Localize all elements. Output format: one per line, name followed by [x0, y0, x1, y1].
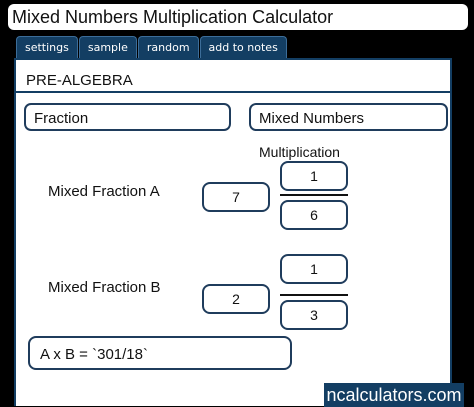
tab-sample[interactable]: sample [78, 36, 137, 59]
tab-add-to-notes[interactable]: add to notes [199, 36, 287, 59]
breadcrumb-mixed-numbers[interactable]: Mixed Numbers [249, 103, 448, 131]
fraction-b-bar [280, 294, 348, 296]
breadcrumb-multiplication[interactable]: Multiplication [259, 144, 340, 160]
divider [16, 91, 450, 93]
tab-bar: settings sample random add to notes [16, 36, 288, 59]
fraction-b-denominator-input[interactable] [280, 300, 348, 330]
result-output: A x B = `301/18` [28, 336, 292, 370]
fraction-b-numerator-input[interactable] [280, 254, 348, 284]
breadcrumb-fraction[interactable]: Fraction [24, 103, 231, 131]
topic-heading: PRE-ALGEBRA [26, 72, 133, 89]
tab-settings[interactable]: settings [16, 36, 78, 59]
brand-logo[interactable]: ncalculators.com [324, 383, 464, 407]
fraction-b-whole-input[interactable] [202, 284, 270, 314]
fraction-b-label: Mixed Fraction B [48, 279, 161, 296]
fraction-a-bar [280, 194, 348, 196]
app-title: Mixed Numbers Multiplication Calculator [12, 7, 334, 27]
fraction-a-denominator-input[interactable] [280, 200, 348, 230]
fraction-a-label: Mixed Fraction A [48, 183, 160, 200]
fraction-a-whole-input[interactable] [202, 182, 270, 212]
calculator-panel: PRE-ALGEBRA Fraction Mixed Numbers Multi… [14, 58, 464, 407]
tab-random[interactable]: random [137, 36, 199, 59]
title-bar: Mixed Numbers Multiplication Calculator [8, 4, 468, 30]
fraction-a-numerator-input[interactable] [280, 161, 348, 191]
